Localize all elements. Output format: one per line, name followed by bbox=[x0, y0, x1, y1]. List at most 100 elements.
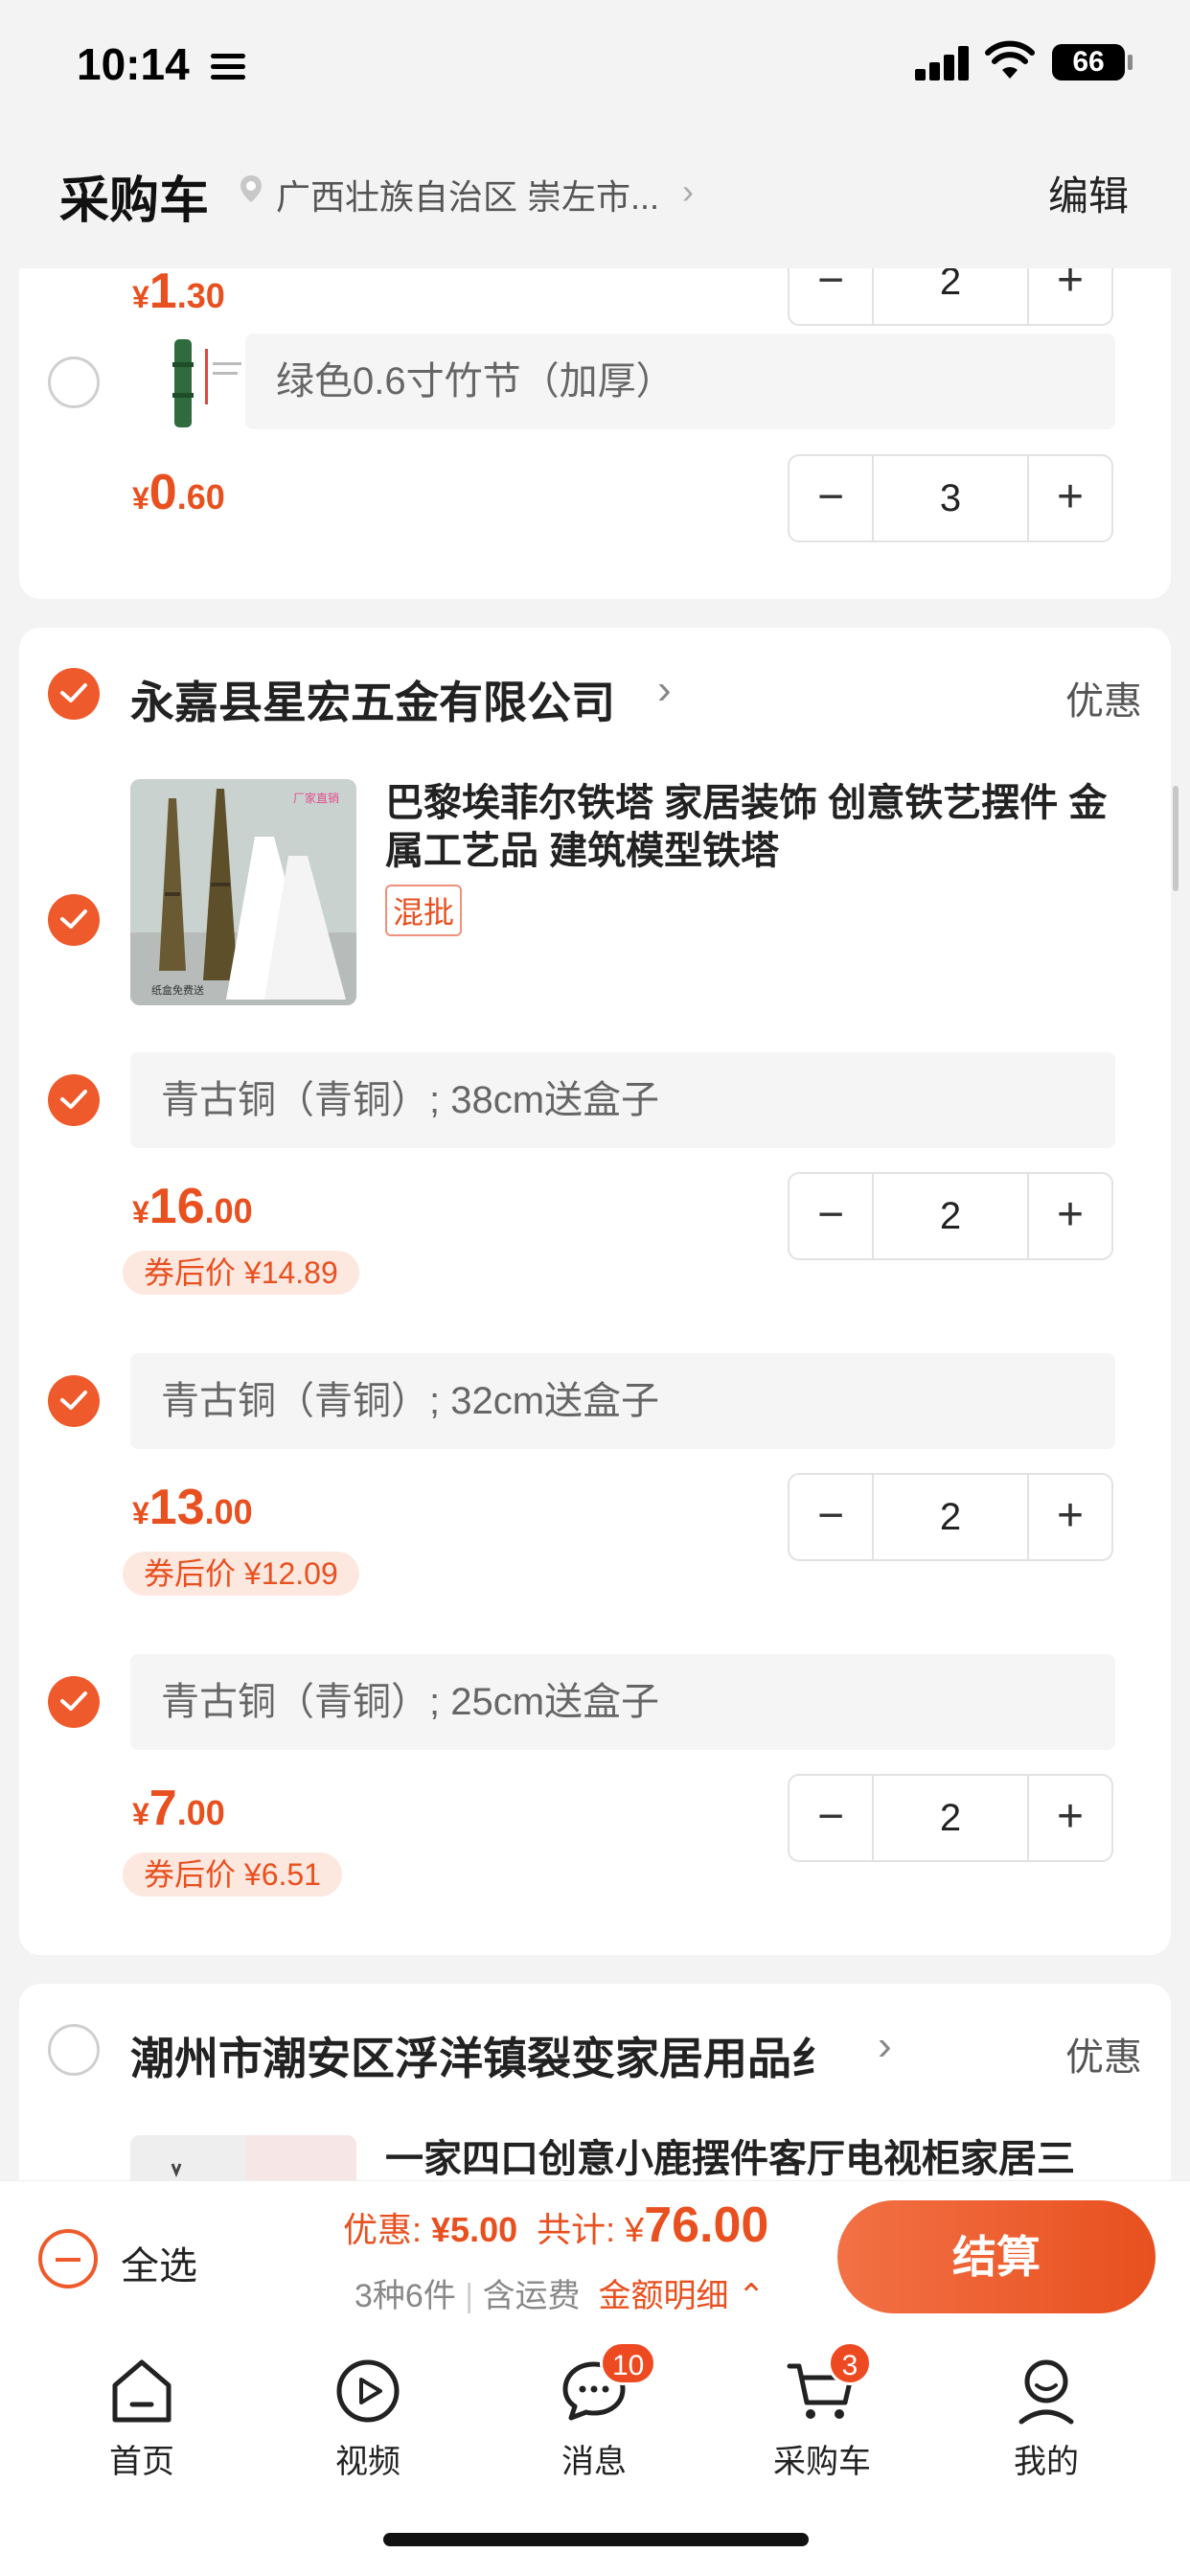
quantity-stepper[interactable]: − 2 + bbox=[788, 1774, 1113, 1862]
amount-detail-link[interactable]: 金额明细 bbox=[598, 2278, 728, 2314]
spec-label[interactable]: 青古铜（青铜）; 25cm送盒子 bbox=[130, 1654, 1115, 1750]
decrease-button[interactable]: − bbox=[790, 1776, 874, 1860]
decrease-button[interactable]: − bbox=[790, 1174, 874, 1258]
item-price: ¥0.60 bbox=[132, 465, 225, 520]
eiffel-tower-product-image[interactable]: 厂家直销 纸盒免费送 bbox=[130, 779, 356, 1005]
coupon-price-badge: 券后价 ¥12.09 bbox=[123, 1552, 359, 1596]
chevron-right-icon[interactable]: › bbox=[682, 172, 694, 212]
increase-button[interactable]: + bbox=[1027, 1776, 1111, 1860]
increase-button[interactable]: + bbox=[1027, 268, 1111, 324]
spec-label[interactable]: 青古铜（青铜）; 38cm送盒子 bbox=[130, 1052, 1115, 1148]
status-bar: 10:14 66 bbox=[0, 0, 1190, 129]
discount-label: 优惠: bbox=[343, 2210, 423, 2249]
shop-checkbox[interactable] bbox=[48, 2024, 100, 2076]
tab-cart[interactable]: 3 采购车 bbox=[745, 2341, 899, 2482]
item-count: 3种6件 bbox=[355, 2278, 456, 2314]
product-title[interactable]: 一家四口创意小鹿摆件客厅电视柜家居三 bbox=[385, 2135, 1152, 2180]
item-price: ¥7.00 bbox=[132, 1781, 225, 1836]
variant-checkbox[interactable] bbox=[48, 1074, 100, 1126]
location-text[interactable]: 广西壮族自治区 崇左市... bbox=[276, 170, 659, 219]
item-price: ¥13.00 bbox=[132, 1480, 253, 1535]
spec-label[interactable]: 青古铜（青铜）; 32cm送盒子 bbox=[130, 1353, 1115, 1449]
increase-button[interactable]: + bbox=[1027, 456, 1111, 540]
decrease-button[interactable]: − bbox=[790, 268, 874, 324]
message-badge: 10 bbox=[600, 2341, 657, 2385]
promo-button[interactable]: 优惠 bbox=[1065, 670, 1142, 725]
variant-checkbox[interactable] bbox=[48, 1375, 100, 1427]
product-title[interactable]: 巴黎埃菲尔铁塔 家居装饰 创意铁艺摆件 金属工艺品 建筑模型铁塔 bbox=[385, 779, 1142, 875]
cart-badge: 3 bbox=[828, 2341, 872, 2385]
quantity-value[interactable]: 3 bbox=[874, 456, 1027, 540]
decrease-button[interactable]: − bbox=[790, 456, 874, 540]
promo-button[interactable]: 优惠 bbox=[1065, 2026, 1142, 2082]
quantity-value[interactable]: 2 bbox=[874, 1776, 1027, 1860]
summary-details: 3种6件 | 含运费 金额明细 ⌃ bbox=[355, 2278, 766, 2314]
discount-value: ¥5.00 bbox=[431, 2210, 518, 2249]
decrease-button[interactable]: − bbox=[790, 1475, 874, 1559]
total-symbol: ¥ bbox=[625, 2210, 645, 2249]
tab-label: 视频 bbox=[335, 2444, 400, 2480]
focus-icon bbox=[211, 54, 245, 80]
signal-icon bbox=[915, 46, 969, 80]
coupon-price-badge: 券后价 ¥6.51 bbox=[123, 1852, 342, 1897]
tab-home[interactable]: 首页 bbox=[65, 2353, 218, 2482]
tab-profile[interactable]: 我的 bbox=[970, 2353, 1123, 2482]
total-label: 共计: bbox=[537, 2210, 616, 2249]
tab-label: 首页 bbox=[109, 2444, 174, 2480]
shop-name[interactable]: 潮州市潮安区浮洋镇裂变家居用品纟 bbox=[130, 2024, 878, 2087]
chevron-right-icon[interactable]: › bbox=[657, 666, 672, 714]
profile-icon bbox=[1008, 2353, 1085, 2429]
quantity-stepper[interactable]: − 2 + bbox=[788, 1172, 1113, 1260]
select-all-checkbox[interactable] bbox=[38, 2229, 98, 2288]
bamboo-product-thumbnail[interactable] bbox=[153, 334, 253, 433]
message-icon: 10 bbox=[556, 2341, 657, 2429]
quantity-stepper[interactable]: − 3 + bbox=[788, 454, 1113, 542]
chevron-up-icon[interactable]: ⌃ bbox=[738, 2278, 766, 2314]
item-price: ¥16.00 bbox=[132, 1179, 253, 1234]
quantity-value[interactable]: 2 bbox=[874, 1475, 1027, 1559]
item-checkbox[interactable] bbox=[48, 894, 100, 946]
shop-card: 潮州市潮安区浮洋镇裂变家居用品纟 › 优惠 一家四口创意小鹿摆件客厅电视柜家居三 bbox=[19, 1984, 1171, 2180]
deer-product-image[interactable] bbox=[130, 2135, 356, 2180]
location-pin-icon[interactable] bbox=[236, 173, 266, 204]
item-price: ¥1.30 bbox=[132, 268, 225, 319]
svg-text:厂家直销: 厂家直销 bbox=[293, 791, 339, 805]
select-all-label[interactable]: 全选 bbox=[121, 2235, 197, 2290]
spec-label[interactable]: 绿色0.6寸竹节（加厚） bbox=[245, 334, 1115, 429]
home-indicator[interactable] bbox=[383, 2533, 809, 2546]
price-summary: 优惠: ¥5.00 共计: ¥76.00 bbox=[343, 2196, 768, 2254]
tab-messages[interactable]: 10 消息 bbox=[517, 2341, 671, 2482]
home-icon bbox=[103, 2353, 180, 2429]
checkout-button[interactable]: 结算 bbox=[837, 2200, 1156, 2313]
quantity-value[interactable]: 2 bbox=[874, 268, 1027, 324]
shop-checkbox[interactable] bbox=[48, 668, 100, 720]
wholesale-tag: 混批 bbox=[385, 885, 463, 936]
checkout-bar: 全选 优惠: ¥5.00 共计: ¥76.00 3种6件 | 含运费 金额明细 … bbox=[0, 2180, 1190, 2324]
item-checkbox[interactable] bbox=[48, 356, 100, 408]
quantity-stepper[interactable]: − 2 + bbox=[788, 1473, 1113, 1561]
cart-icon: 3 bbox=[784, 2341, 872, 2429]
video-icon bbox=[330, 2353, 406, 2429]
quantity-value[interactable]: 2 bbox=[874, 1174, 1027, 1258]
tab-label: 采购车 bbox=[773, 2444, 871, 2480]
tab-label: 我的 bbox=[1014, 2444, 1079, 2480]
quantity-stepper[interactable]: − 2 + bbox=[788, 268, 1113, 326]
cart-list[interactable]: ¥1.30 − 2 + 绿色0.6寸竹节（加厚） ¥0.60 − 3 + 永嘉县… bbox=[0, 268, 1190, 2180]
wifi-icon bbox=[985, 40, 1035, 79]
tab-bar: 首页 视频 10 消息 3 采购车 我的 bbox=[0, 2324, 1190, 2576]
increase-button[interactable]: + bbox=[1027, 1174, 1111, 1258]
tab-video[interactable]: 视频 bbox=[291, 2353, 445, 2482]
chevron-right-icon[interactable]: › bbox=[878, 2022, 892, 2070]
scrollbar[interactable] bbox=[1173, 786, 1179, 891]
battery-indicator: 66 bbox=[1052, 44, 1125, 80]
shop-name[interactable]: 永嘉县星宏五金有限公司 bbox=[130, 668, 615, 731]
edit-button[interactable]: 编辑 bbox=[1048, 164, 1129, 222]
battery-tip bbox=[1128, 55, 1133, 70]
variant-checkbox[interactable] bbox=[48, 1676, 100, 1728]
tab-label: 消息 bbox=[561, 2444, 627, 2480]
increase-button[interactable]: + bbox=[1027, 1475, 1111, 1559]
shipping-note: 含运费 bbox=[482, 2278, 581, 2314]
shop-card: 永嘉县星宏五金有限公司 › 优惠 厂家直销 纸盒免费送 巴黎埃菲尔铁塔 家居装饰… bbox=[19, 628, 1171, 1955]
shop-card: ¥1.30 − 2 + 绿色0.6寸竹节（加厚） ¥0.60 − 3 + bbox=[19, 268, 1171, 599]
coupon-price-badge: 券后价 ¥14.89 bbox=[123, 1251, 359, 1295]
